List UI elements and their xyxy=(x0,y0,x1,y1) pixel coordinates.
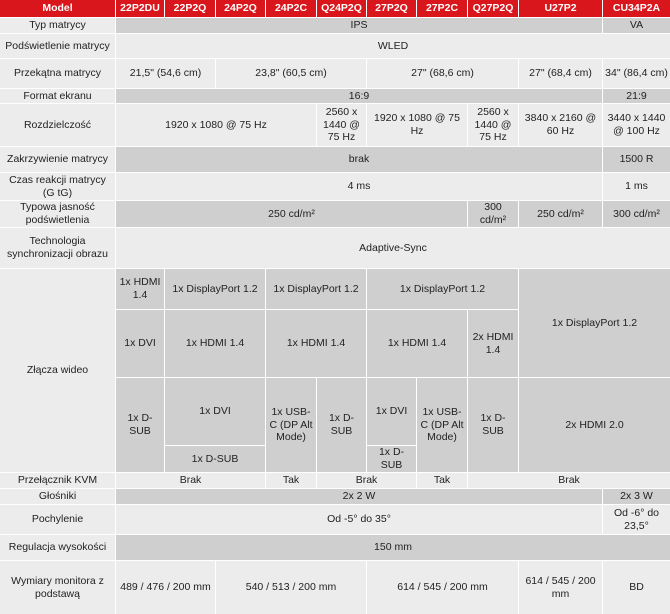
brightness-value-u27p2: 250 cd/m² xyxy=(519,201,602,227)
kvm-value-rest: Brak xyxy=(468,473,670,488)
kvm-value-q24-27p2q: Brak xyxy=(317,473,416,488)
port-22p2q-dsub: 1x D-SUB xyxy=(165,446,265,472)
port-22p2q-hdmi: 1x HDMI 1.4 xyxy=(165,310,265,377)
backlight-value: WLED xyxy=(116,34,670,58)
port-24p2c-usbc: 1x USB-C (DP Alt Mode) xyxy=(266,378,316,472)
port-27p2-hdmi: 1x HDMI 1.4 xyxy=(367,310,467,377)
header-model-cu34p2a: CU34P2A xyxy=(603,0,670,17)
port-27p2c-usbc: 1x USB-C (DP Alt Mode) xyxy=(417,378,467,472)
tilt-value-cu34p2a: Od -6° do 23,5° xyxy=(603,505,670,534)
port-q24p2q-dsub: 1x D-SUB xyxy=(317,378,366,472)
spec-table: Model 22P2DU 22P2Q 24P2Q 24P2C Q24P2Q 27… xyxy=(0,0,670,614)
port-22p2q-dvi: 1x DVI xyxy=(165,378,265,445)
resolution-value-q27p2q: 2560 x 1440 @ 75 Hz xyxy=(468,104,518,146)
brightness-value-250: 250 cd/m² xyxy=(116,201,467,227)
brightness-value-q27p2q: 300 cd/m² xyxy=(468,201,518,227)
height-adjust-value: 150 mm xyxy=(116,535,670,560)
diagonal-value-34: 34" (86,4 cm) xyxy=(603,59,670,88)
row-label-height-adjust: Regulacja wysokości xyxy=(0,535,115,560)
kvm-value-22: Brak xyxy=(116,473,265,488)
speakers-value: 2x 2 W xyxy=(116,489,602,504)
speakers-value-cu34p2a: 2x 3 W xyxy=(603,489,670,504)
dimensions-value-u27p2: 614 / 545 / 200 mm xyxy=(519,561,602,614)
row-label-curvature: Zakrzywienie matrycy xyxy=(0,147,115,172)
panel-type-value-cu34p2a: VA xyxy=(603,18,670,33)
header-model-24p2q: 24P2Q xyxy=(216,0,265,17)
resolution-value-q24p2q: 2560 x 1440 @ 75 Hz xyxy=(317,104,366,146)
row-label-panel-type: Typ matrycy xyxy=(0,18,115,33)
panel-type-value: IPS xyxy=(116,18,602,33)
row-label-dimensions: Wymiary monitora z podstawą xyxy=(0,561,115,614)
port-27p2q-dsub: 1x D-SUB xyxy=(367,446,416,472)
row-label-brightness: Typowa jasność podświetlenia xyxy=(0,201,115,227)
resolution-value-u27p2: 3840 x 2160 @ 60 Hz xyxy=(519,104,602,146)
response-time-value: 4 ms xyxy=(116,173,602,200)
header-model-27p2q: 27P2Q xyxy=(367,0,416,17)
curvature-value: brak xyxy=(116,147,602,172)
row-label-tilt: Pochylenie xyxy=(0,505,115,534)
row-label-aspect-ratio: Format ekranu xyxy=(0,89,115,103)
kvm-value-27p2c: Tak xyxy=(417,473,467,488)
port-22p2q-displayport: 1x DisplayPort 1.2 xyxy=(165,269,265,309)
brightness-value-cu34p2a: 300 cd/m² xyxy=(603,201,670,227)
header-model: Model xyxy=(0,0,115,17)
port-22p2du-hdmi: 1x HDMI 1.4 xyxy=(116,269,164,309)
tilt-value: Od -5° do 35° xyxy=(116,505,602,534)
row-label-speakers: Głośniki xyxy=(0,489,115,504)
resolution-value-fhd: 1920 x 1080 @ 75 Hz xyxy=(116,104,316,146)
row-label-backlight: Podświetlenie matrycy xyxy=(0,34,115,58)
port-q27p2q-dsub: 1x D-SUB xyxy=(468,378,518,472)
row-label-response-time: Czas reakcji matrycy (G tG) xyxy=(0,173,115,200)
header-model-27p2c: 27P2C xyxy=(417,0,467,17)
port-24p2c-hdmi: 1x HDMI 1.4 xyxy=(266,310,366,377)
curvature-value-cu34p2a: 1500 R xyxy=(603,147,670,172)
dimensions-value-22: 489 / 476 / 200 mm xyxy=(116,561,215,614)
diagonal-value-21-5: 21,5" (54,6 cm) xyxy=(116,59,215,88)
port-27p2q-dvi: 1x DVI xyxy=(367,378,416,445)
row-label-video-ports: Złącza wideo xyxy=(0,269,115,472)
port-u27-cu34-displayport: 1x DisplayPort 1.2 xyxy=(519,269,670,377)
row-label-sync-technology: Technologia synchronizacji obrazu xyxy=(0,228,115,268)
response-time-value-cu34p2a: 1 ms xyxy=(603,173,670,200)
dimensions-value-cu34p2a: BD xyxy=(603,561,670,614)
kvm-value-24p2c: Tak xyxy=(266,473,316,488)
dimensions-value-24: 540 / 513 / 200 mm xyxy=(216,561,366,614)
header-model-22p2q: 22P2Q xyxy=(165,0,215,17)
sync-technology-value: Adaptive-Sync xyxy=(116,228,670,268)
header-model-24p2c: 24P2C xyxy=(266,0,316,17)
port-q27p2q-hdmi-x2: 2x HDMI 1.4 xyxy=(468,310,518,377)
port-22p2du-dsub: 1x D-SUB xyxy=(116,378,164,472)
dimensions-value-27: 614 / 545 / 200 mm xyxy=(367,561,518,614)
resolution-value-fhd-27: 1920 x 1080 @ 75 Hz xyxy=(367,104,467,146)
resolution-value-cu34p2a: 3440 x 1440 @ 100 Hz xyxy=(603,104,670,146)
port-22p2du-dvi: 1x DVI xyxy=(116,310,164,377)
port-27p2-displayport: 1x DisplayPort 1.2 xyxy=(367,269,518,309)
diagonal-value-27: 27" (68,6 cm) xyxy=(367,59,518,88)
row-label-resolution: Rozdzielczość xyxy=(0,104,115,146)
header-model-u27p2: U27P2 xyxy=(519,0,602,17)
port-u27-cu34-hdmi20: 2x HDMI 2.0 xyxy=(519,378,670,472)
diagonal-value-23-8: 23,8" (60,5 cm) xyxy=(216,59,366,88)
diagonal-value-u27p2: 27" (68,4 cm) xyxy=(519,59,602,88)
row-label-diagonal: Przekątna matrycy xyxy=(0,59,115,88)
header-model-q27p2q: Q27P2Q xyxy=(468,0,518,17)
aspect-ratio-value-cu34p2a: 21:9 xyxy=(603,89,670,103)
header-model-22p2du: 22P2DU xyxy=(116,0,164,17)
row-label-kvm-switch: Przełącznik KVM xyxy=(0,473,115,488)
aspect-ratio-value: 16:9 xyxy=(116,89,602,103)
port-24p2c-displayport: 1x DisplayPort 1.2 xyxy=(266,269,366,309)
header-model-q24p2q: Q24P2Q xyxy=(317,0,366,17)
